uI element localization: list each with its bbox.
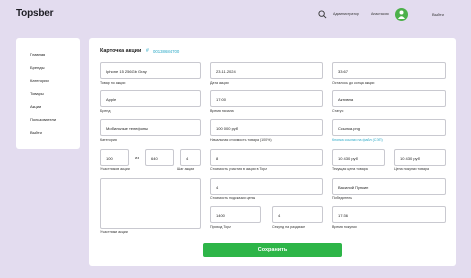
participation-cost-value: 8 [216,155,219,161]
sidebar-item-promotions[interactable]: Акции [30,104,41,109]
product-value: Iphone 15 256Gb Gray [106,68,147,74]
buy-time-value: 17:36 [338,212,349,218]
step-value: 4 [186,155,189,161]
participants-count-field[interactable]: 100 [100,149,129,166]
hint-cost-value: 4 [216,184,219,190]
participation-cost-field[interactable]: 8 [210,149,323,166]
participants-textarea[interactable] [100,178,201,229]
start-price-value: 100 000 руб [216,125,239,131]
category-field[interactable]: Мобильные телефоны [100,119,201,136]
participants-total-field[interactable]: 640 [145,149,174,166]
seconds-round-label: Секунд на раздачке [272,225,306,229]
avatar[interactable] [395,8,408,21]
sidebar-item-brands[interactable]: Бренды [30,65,45,70]
buy-price-label: Цена покупки товара [394,167,429,171]
icon-link-value: Ссылка.png [338,125,360,131]
participants-total-value: 640 [151,155,158,161]
header: Topsber Администратор Анастасия Выйти [0,0,471,30]
icon-link-field[interactable]: Ссылка.png [332,119,446,136]
sidebar-item-categories[interactable]: Категории [30,78,49,83]
status-label: Статус [332,109,344,113]
buy-time-label: Время покупки [332,225,357,229]
icon-link-label[interactable]: Кнопка ссылки на файл (СЭП) [332,138,383,142]
brand-value: Apple [106,96,117,102]
hash-icon: # [146,48,149,54]
topz-income-label: Приход Topz [210,225,231,229]
save-button[interactable]: Сохранить [203,243,342,257]
of-separator: из [135,155,140,160]
participants-textarea-label: Участники акции [100,230,128,234]
search-icon[interactable] [318,10,327,19]
step-field[interactable]: 4 [180,149,201,166]
participants-label: Участников акции [100,167,130,171]
winner-field[interactable]: Василий Пупкин [332,178,446,195]
start-price-label: Начальная стоимость товара (100%) [210,138,272,142]
participation-cost-label: Стоимость участия в акции в Topz [210,167,268,171]
winner-label: Победитель [332,196,353,200]
current-price-label: Текущая цена товара [332,167,368,171]
remaining-field[interactable]: 33:67 [332,62,446,79]
date-label: Дата акции [210,81,229,85]
status-field[interactable]: Активна [332,90,446,107]
buy-price-value: 10 430 руб [400,155,420,161]
sidebar-item-users[interactable]: Пользователи [30,117,56,122]
buy-time-field[interactable]: 17:36 [332,206,446,223]
user-name: Анастасия [371,12,389,16]
product-field[interactable]: Iphone 15 256Gb Gray [100,62,201,79]
winner-value: Василий Пупкин [338,184,369,190]
card-title: Карточка акции [100,48,142,54]
promotion-card: Карточка акции # 00138684700 Iphone 15 2… [89,38,456,266]
current-price-value: 10 430 руб [338,155,358,161]
seconds-round-value: 4 [278,212,281,218]
topz-income-field[interactable]: 1400 [210,206,261,223]
buy-price-field[interactable]: 10 430 руб [394,149,446,166]
seconds-round-field[interactable]: 4 [272,206,323,223]
date-field[interactable]: 23.11.2024 [210,62,323,79]
current-price-field[interactable]: 10 430 руб [332,149,385,166]
start-time-field[interactable]: 17:00 [210,90,323,107]
sidebar: Главная Бренды Категории Товары Акции По… [16,38,80,149]
start-price-field[interactable]: 100 000 руб [210,119,323,136]
category-label: Категория [100,138,117,142]
admin-label: Администратор [333,12,359,16]
start-time-value: 17:00 [216,96,227,102]
card-id[interactable]: 00138684700 [153,49,179,54]
status-value: Активна [338,96,354,102]
logo[interactable]: Topsber [16,8,54,19]
category-value: Мобильные телефоны [106,125,149,131]
remaining-label: Осталось до конца акции [332,81,375,85]
sidebar-item-home[interactable]: Главная [30,52,45,57]
participants-count-value: 100 [106,155,113,161]
brand-label: Бренд [100,109,111,113]
brand-field[interactable]: Apple [100,90,201,107]
sidebar-item-products[interactable]: Товары [30,91,44,96]
logout-link[interactable]: Выйти [432,12,444,17]
sidebar-item-logout[interactable]: Выйти [30,130,42,135]
start-time-label: Время начала [210,109,234,113]
product-label: Товар по акции [100,81,126,85]
step-label: Шаг акции [177,167,195,171]
date-value: 23.11.2024 [216,68,236,74]
hint-cost-field[interactable]: 4 [210,178,323,195]
user-icon [398,10,405,19]
remaining-value: 33:67 [338,68,349,74]
hint-cost-label: Стоимость подсказки цены [210,196,256,200]
topz-income-value: 1400 [216,212,225,218]
